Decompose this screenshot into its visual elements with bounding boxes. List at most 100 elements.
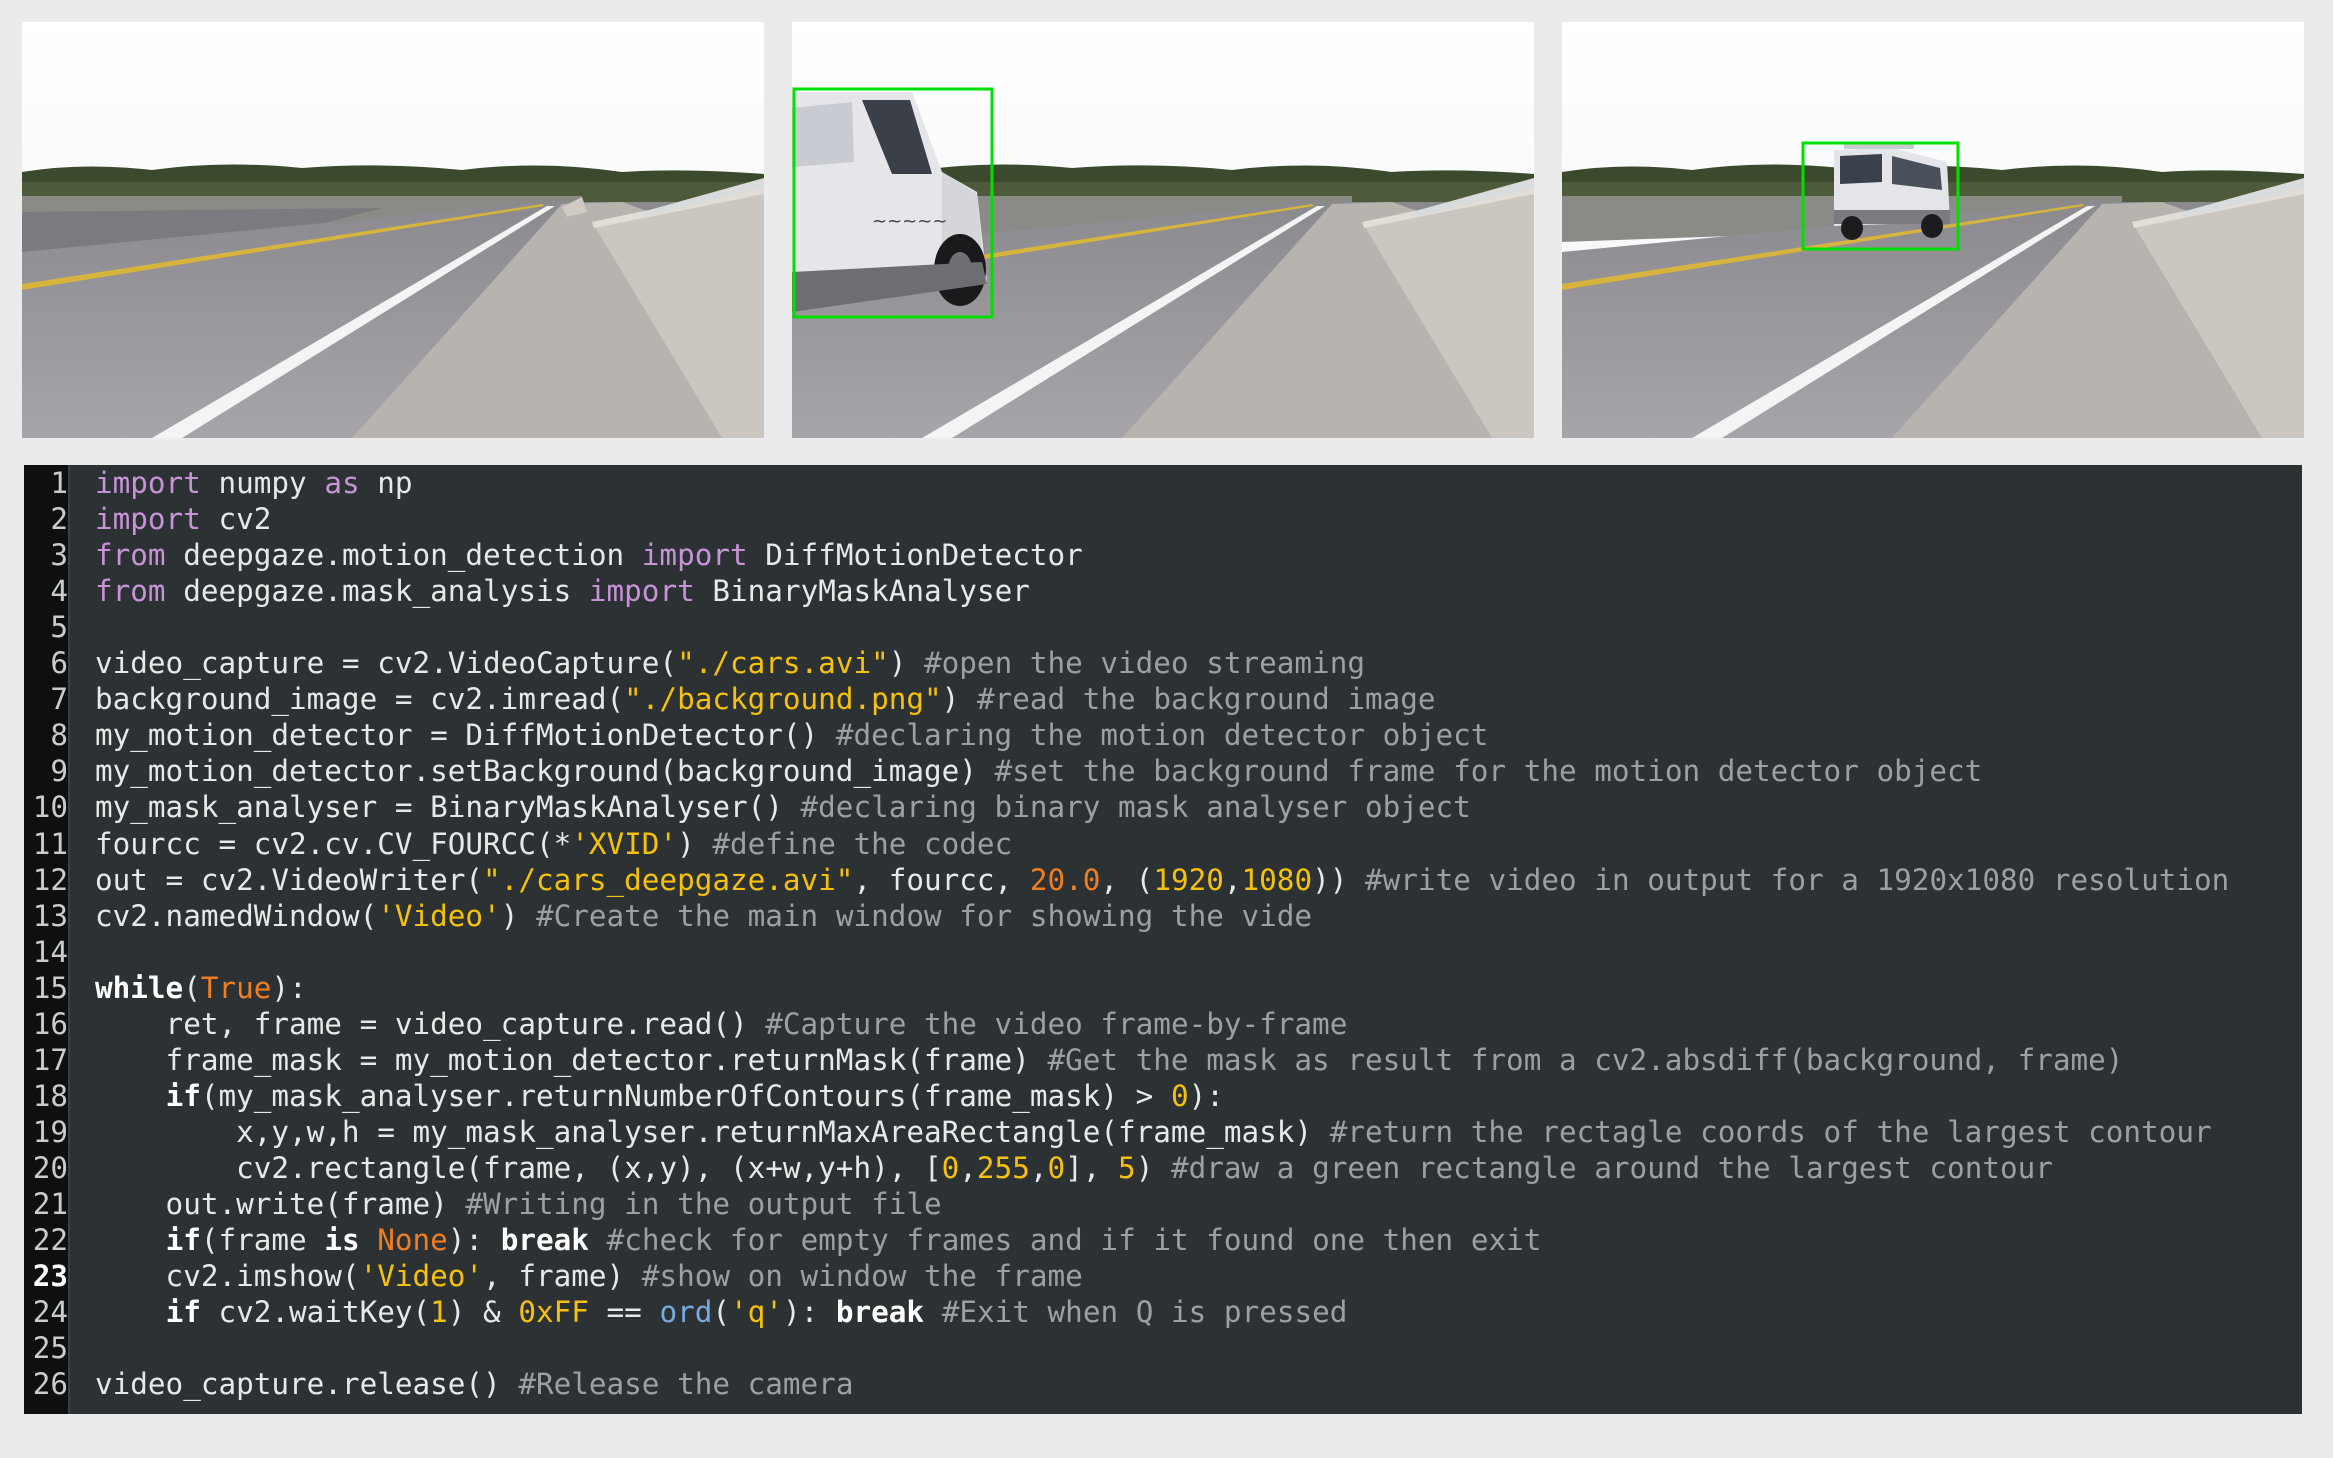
code-token: #set the background frame for the motion… [994, 754, 1983, 789]
code-line[interactable]: 18 if(my_mask_analyser.returnNumberOfCon… [24, 1078, 1224, 1114]
code-token: "./background.png" [624, 682, 942, 717]
code-token: 1080 [1241, 862, 1313, 897]
code-line[interactable]: 10 my_mask_analyser = BinaryMaskAnalyser(… [24, 789, 1471, 825]
code-token: #read the background image [976, 682, 1436, 717]
code-text: if(frame is None): break #check for empt… [68, 1222, 1542, 1258]
code-line[interactable]: 26 video_capture.release() #Release the c… [24, 1366, 854, 1402]
code-text: out.write(frame) #Writing in the output … [68, 1186, 942, 1222]
code-text: ret, frame = video_capture.read() #Captu… [68, 1006, 1348, 1042]
line-number: 22 [32, 1223, 68, 1258]
code-token: x,y,w,h = my_mask_analyser.returnMaxArea… [95, 1114, 1330, 1149]
code-line[interactable]: 6 video_capture = cv2.VideoCapture("./car… [24, 645, 1365, 681]
code-line[interactable]: 20 cv2.rectangle(frame, (x,y), (x+w,y+h)… [24, 1150, 2053, 1186]
line-number: 11 [32, 826, 68, 861]
code-token: np [359, 466, 413, 500]
code-token: == [588, 1295, 660, 1330]
svg-text:~~~~~: ~~~~~ [872, 211, 947, 232]
line-number: 24 [32, 1295, 68, 1330]
code-text: frame_mask = my_motion_detector.returnMa… [68, 1042, 2124, 1078]
code-line[interactable]: 13 cv2.namedWindow('Video') #Create the m… [24, 898, 1312, 934]
code-token: frame_mask = my_motion_detector.returnMa… [95, 1042, 1048, 1077]
line-number: 6 [50, 646, 68, 681]
code-line[interactable]: 23 cv2.imshow('Video', frame) #show on w… [24, 1258, 1083, 1294]
code-token: BinaryMaskAnalyser [694, 574, 1030, 609]
code-token: 1920 [1153, 862, 1224, 897]
code-line[interactable]: 12 out = cv2.VideoWriter("./cars_deepgaze… [24, 862, 2230, 898]
code-token: #return the rectagle coords of the large… [1329, 1114, 2212, 1149]
line-number: 13 [32, 898, 68, 933]
code-token: break [500, 1223, 589, 1258]
code-token: import [641, 538, 748, 573]
code-token: video_capture = cv2.VideoCapture( [95, 646, 678, 681]
code-line[interactable]: 17 frame_mask = my_motion_detector.retur… [24, 1042, 2124, 1078]
code-line[interactable]: 22 if(frame is None): break #check for e… [24, 1222, 1542, 1258]
line-number: 5 [50, 610, 68, 645]
code-line[interactable]: 19 x,y,w,h = my_mask_analyser.returnMaxA… [24, 1114, 2212, 1150]
code-line[interactable]: 3 from deepgaze.motion_detection import D… [24, 537, 1083, 573]
code-text: video_capture.release() #Release the cam… [68, 1366, 853, 1402]
code-line[interactable]: 24 if cv2.waitKey(1) & 0xFF == ord('q'):… [24, 1294, 1348, 1330]
code-token: ) [677, 826, 713, 861]
code-token: #Capture the video frame-by-frame [765, 1006, 1348, 1041]
line-number: 2 [50, 502, 68, 537]
code-text: import cv2 [68, 501, 271, 537]
code-token: #check for empty frames and if it found … [606, 1223, 1542, 1258]
code-token: 'q' [730, 1295, 783, 1330]
line-number: 25 [32, 1331, 68, 1366]
line-number: 19 [32, 1114, 68, 1149]
code-token: cv2.namedWindow( [95, 898, 378, 933]
code-token: out = cv2.VideoWriter( [95, 862, 484, 897]
code-text: my_mask_analyser = BinaryMaskAnalyser() … [68, 789, 1471, 825]
code-line[interactable]: 25 [24, 1330, 95, 1366]
code-token: , [1223, 862, 1242, 897]
code-token: , ( [1100, 862, 1154, 897]
code-token: import [95, 466, 201, 500]
code-text: cv2.imshow('Video', frame) #show on wind… [68, 1258, 1083, 1294]
line-number: 23 [32, 1259, 68, 1294]
code-token: from [95, 574, 166, 609]
code-line[interactable]: 5 [24, 609, 95, 645]
code-token: while [95, 970, 184, 1005]
code-token: out.write(frame) [95, 1187, 466, 1221]
road-scene-image: ~~~~~ [792, 22, 1534, 438]
code-token: #Writing in the output file [465, 1187, 942, 1221]
code-token: ) & [447, 1295, 519, 1330]
code-line[interactable]: 8 my_motion_detector = DiffMotionDetector… [24, 717, 1488, 753]
code-line[interactable]: 7 background_image = cv2.imread("./backgr… [24, 681, 1436, 717]
code-token: #show on window the frame [641, 1259, 1083, 1294]
code-line[interactable]: 4 from deepgaze.mask_analysis import Bina… [24, 573, 1030, 609]
code-token: True [200, 970, 272, 1005]
code-token: ( [183, 970, 201, 1005]
code-line[interactable]: 11 fourcc = cv2.cv.CV_FOURCC(*'XVID') #de… [24, 826, 1013, 862]
code-token: from [95, 538, 166, 573]
code-line[interactable]: 16 ret, frame = video_capture.read() #Ca… [24, 1006, 1348, 1042]
line-number: 8 [50, 718, 68, 753]
code-line[interactable]: 2 import cv2 [24, 501, 271, 537]
code-text: from deepgaze.motion_detection import Di… [68, 537, 1083, 573]
code-editor[interactable]: 1 import numpy as np 2 import cv2 3 from deep… [24, 465, 2302, 1414]
code-text: cv2.rectangle(frame, (x,y), (x+w,y+h), [… [68, 1150, 2053, 1186]
code-line[interactable]: 9 my_motion_detector.setBackground(backgr… [24, 753, 1982, 789]
code-token: deepgaze.motion_detection [165, 538, 642, 573]
line-number: 26 [32, 1367, 68, 1402]
code-token: 0 [1170, 1078, 1189, 1113]
line-number: 4 [50, 574, 68, 609]
code-token: 0xFF [518, 1295, 589, 1330]
code-line[interactable]: 15 while(True): [24, 970, 307, 1006]
code-line[interactable]: 14 [24, 934, 95, 970]
code-token: 20.0 [1029, 862, 1101, 897]
code-text: from deepgaze.mask_analysis import Binar… [68, 573, 1030, 609]
code-token: 1 [430, 1295, 448, 1330]
code-line[interactable]: 21 out.write(frame) #Writing in the outp… [24, 1186, 942, 1222]
code-token: video_capture.release() [95, 1367, 519, 1402]
code-line[interactable]: 1 import numpy as np [24, 465, 413, 501]
code-token: numpy [200, 466, 325, 500]
code-token: 0 [941, 1150, 960, 1185]
code-token: deepgaze.mask_analysis [165, 574, 589, 609]
code-token: background_image = cv2.imread( [95, 682, 625, 717]
code-token: #define the codec [712, 826, 1013, 861]
code-token: if [165, 1295, 201, 1330]
